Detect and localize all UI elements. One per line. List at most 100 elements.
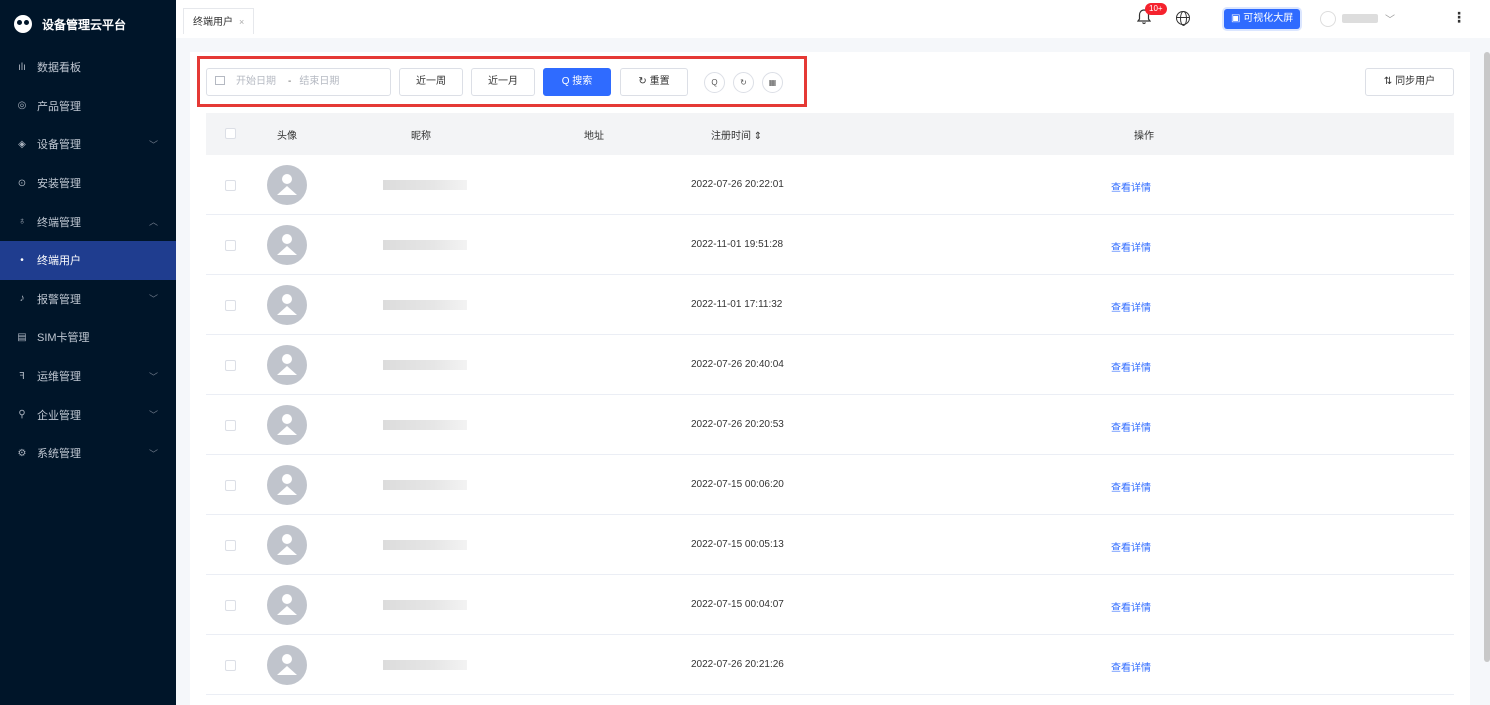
sidebar-item-dashboard[interactable]: ılı 数据看板 — [0, 48, 176, 87]
row-checkbox[interactable] — [225, 180, 236, 191]
row-checkbox[interactable] — [225, 240, 236, 251]
view-details-link[interactable]: 查看详情 — [1111, 599, 1151, 614]
install-icon: ⊙ — [17, 177, 27, 189]
avatar — [267, 285, 307, 325]
register-time: 2022-07-26 20:21:26 — [691, 659, 784, 670]
register-time: 2022-11-01 19:51:28 — [691, 239, 784, 250]
row-checkbox[interactable] — [225, 420, 236, 431]
sidebar-item-ops[interactable]: ꟻ 运维管理 ﹀ — [0, 357, 176, 396]
row-checkbox[interactable] — [225, 300, 236, 311]
date-range-picker[interactable]: 开始日期 - 结束日期 — [206, 68, 391, 96]
register-time: 2022-07-26 20:20:53 — [691, 419, 784, 430]
nickname-blurred — [383, 360, 467, 370]
nickname-blurred — [383, 420, 467, 430]
register-time: 2022-07-15 00:04:07 — [691, 599, 784, 610]
settings-icon: ⚙ — [17, 447, 27, 459]
sidebar-item-install[interactable]: ⊙ 安装管理 — [0, 164, 176, 203]
search-button[interactable]: Q 搜索 — [543, 68, 611, 96]
table-row: 2022-07-15 00:04:07 查看详情 — [206, 575, 1454, 635]
view-details-link[interactable]: 查看详情 — [1111, 239, 1151, 254]
range-separator: - — [288, 76, 292, 87]
column-register-time[interactable]: 注册时间 ⇕ — [711, 127, 762, 142]
sidebar-item-sim[interactable]: ▤ SIM卡管理 — [0, 318, 176, 357]
company-icon: ⚲ — [18, 409, 26, 421]
more-icon[interactable]: ⋮ — [1452, 9, 1466, 26]
table-row: 2022-07-26 20:21:26 查看详情 — [206, 635, 1454, 695]
table-row: 2022-11-01 17:11:32 查看详情 — [206, 275, 1454, 335]
chevron-down-icon[interactable]: ﹀ — [1385, 11, 1395, 26]
row-checkbox[interactable] — [225, 360, 236, 371]
app-title: 设备管理云平台 — [42, 17, 127, 32]
chevron-down-icon: ﹀ — [148, 410, 158, 421]
table-row: 2022-07-15 00:05:13 查看详情 — [206, 515, 1454, 575]
nickname-blurred — [383, 600, 467, 610]
avatar[interactable] — [1320, 11, 1336, 27]
search-icon[interactable]: Q — [704, 72, 725, 93]
register-time: 2022-07-15 00:06:20 — [691, 479, 784, 490]
sync-users-button[interactable]: ⇅ 同步用户 — [1365, 68, 1454, 96]
sidebar-menu: ılı 数据看板 ◎ 产品管理 ◈ 设备管理 ﹀ ⊙ 安装管理 ♁ 终端管理 ︿ • 终端用户 … — [0, 48, 176, 473]
column-actions: 操作 — [1134, 131, 1154, 142]
sidebar-item-system[interactable]: ⚙ 系统管理 ﹀ — [0, 434, 176, 473]
alarm-icon: ♪ — [19, 293, 25, 305]
view-details-link[interactable]: 查看详情 — [1111, 479, 1151, 494]
row-checkbox[interactable] — [225, 480, 236, 491]
view-details-link[interactable]: 查看详情 — [1111, 659, 1151, 674]
table-row: 2022-07-26 20:20:53 查看详情 — [206, 395, 1454, 455]
end-date-input[interactable]: 结束日期 — [299, 76, 339, 87]
nickname-blurred — [383, 660, 467, 670]
columns-icon[interactable]: ▦ — [762, 72, 783, 93]
bar-chart-icon: ılı — [18, 61, 26, 73]
reset-button[interactable]: ↻ 重置 — [620, 68, 688, 96]
chevron-down-icon: ﹀ — [148, 294, 158, 305]
visual-screen-button[interactable]: ▣ 可视化大屏 — [1224, 9, 1301, 29]
sidebar-item-alarms[interactable]: ♪ 报警管理 ﹀ — [0, 280, 176, 319]
table-row: 2022-07-26 20:40:04 查看详情 — [206, 335, 1454, 395]
sidebar-item-terminal[interactable]: ♁ 终端管理 ︿ — [0, 202, 176, 241]
last-month-button[interactable]: 近一月 — [471, 68, 535, 96]
refresh-icon[interactable]: ↻ — [733, 72, 754, 93]
nickname-blurred — [383, 180, 467, 190]
scrollbar[interactable] — [1484, 52, 1490, 662]
chevron-up-icon: ︿ — [148, 217, 158, 228]
device-icon: ◈ — [18, 138, 26, 150]
sidebar-item-terminal-users[interactable]: • 终端用户 — [0, 240, 176, 280]
ops-icon: ꟻ — [19, 370, 25, 382]
sidebar-item-products[interactable]: ◎ 产品管理 — [0, 87, 176, 126]
cube-icon: ◎ — [17, 100, 27, 112]
view-details-link[interactable]: 查看详情 — [1111, 419, 1151, 434]
row-checkbox[interactable] — [225, 540, 236, 551]
dot-icon: • — [20, 254, 24, 266]
username-blurred[interactable] — [1342, 14, 1378, 23]
select-all-checkbox[interactable] — [225, 128, 236, 139]
nickname-blurred — [383, 540, 467, 550]
sidebar-item-devices[interactable]: ◈ 设备管理 ﹀ — [0, 125, 176, 164]
row-checkbox[interactable] — [225, 660, 236, 671]
view-details-link[interactable]: 查看详情 — [1111, 359, 1151, 374]
avatar — [267, 405, 307, 445]
chevron-down-icon: ﹀ — [148, 371, 158, 382]
view-details-link[interactable]: 查看详情 — [1111, 299, 1151, 314]
view-details-link[interactable]: 查看详情 — [1111, 179, 1151, 194]
globe-icon[interactable] — [1176, 11, 1190, 26]
table-header: 头像 昵称 地址 注册时间 ⇕ 操作 — [206, 113, 1454, 155]
tab-terminal-users[interactable]: 终端用户 × — [183, 8, 255, 34]
row-checkbox[interactable] — [225, 600, 236, 611]
close-icon[interactable]: × — [239, 17, 244, 27]
register-time: 2022-07-26 20:22:01 — [691, 179, 784, 190]
sidebar-item-company[interactable]: ⚲ 企业管理 ﹀ — [0, 395, 176, 434]
avatar — [267, 645, 307, 685]
chevron-down-icon: ﹀ — [148, 448, 158, 459]
chevron-down-icon: ﹀ — [148, 139, 158, 150]
avatar — [267, 225, 307, 265]
start-date-input[interactable]: 开始日期 — [236, 76, 276, 87]
table-row: 2022-07-15 00:06:20 查看详情 — [206, 455, 1454, 515]
nickname-blurred — [383, 240, 467, 250]
sidebar: 设备管理云平台 ılı 数据看板 ◎ 产品管理 ◈ 设备管理 ﹀ ⊙ 安装管理 ♁ 终端管理… — [0, 0, 176, 705]
last-week-button[interactable]: 近一周 — [399, 68, 463, 96]
column-avatar: 头像 — [277, 131, 297, 142]
logo-icon — [14, 15, 32, 33]
register-time: 2022-07-26 20:40:04 — [691, 359, 784, 370]
view-details-link[interactable]: 查看详情 — [1111, 539, 1151, 554]
avatar — [267, 525, 307, 565]
